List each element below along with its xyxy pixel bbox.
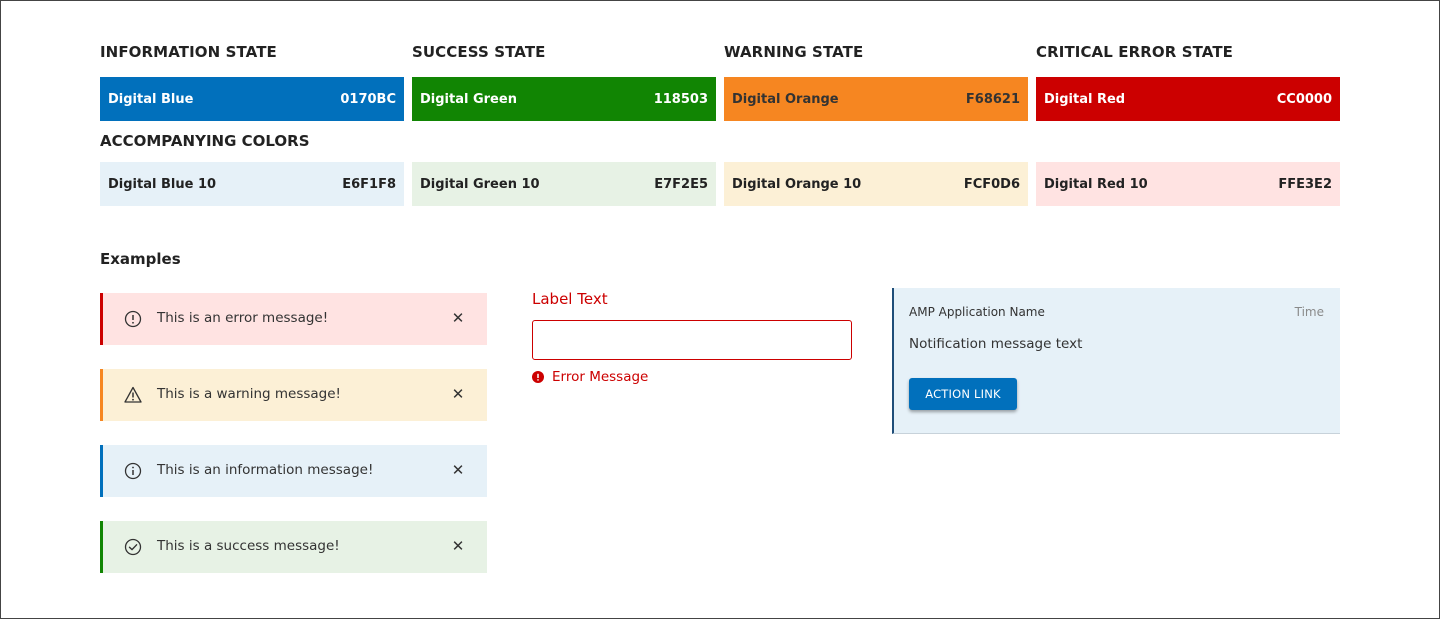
field-error-message: Error Message — [532, 369, 648, 385]
success-alert: This is a success message! ✕ — [100, 521, 487, 573]
check-circle-icon — [123, 537, 143, 557]
notification-message: Notification message text — [909, 336, 1083, 352]
close-icon[interactable]: ✕ — [450, 460, 466, 480]
error-filled-circle-icon — [532, 371, 544, 383]
action-link-button[interactable]: ACTION LINK — [909, 378, 1017, 410]
error-text: Error Message — [552, 369, 649, 385]
swatch-digital-green: Digital Green 118503 — [412, 77, 716, 121]
swatch-name: Digital Red — [1044, 91, 1126, 107]
alert-accent-bar — [100, 521, 103, 573]
swatch-hex: CC0000 — [1276, 91, 1332, 107]
swatch-hex: FCF0D6 — [963, 176, 1020, 192]
alert-text: This is an error message! — [157, 310, 329, 326]
swatch-hex: 0170BC — [340, 91, 396, 107]
alert-text: This is a warning message! — [157, 386, 341, 402]
text-input-error[interactable] — [532, 320, 852, 360]
alert-accent-bar — [100, 369, 103, 421]
swatch-hex: 118503 — [653, 91, 708, 107]
alert-accent-bar — [100, 293, 103, 345]
swatch-name: Digital Orange — [732, 91, 839, 107]
close-icon[interactable]: ✕ — [450, 384, 466, 404]
success-state-title: SUCCESS STATE — [412, 43, 546, 61]
swatch-digital-blue: Digital Blue 0170BC — [100, 77, 404, 121]
swatch-digital-green-10: Digital Green 10 E7F2E5 — [412, 162, 716, 206]
info-circle-icon — [123, 461, 143, 481]
close-icon[interactable]: ✕ — [450, 536, 466, 556]
exclamation-circle-icon — [123, 309, 143, 329]
notification-time: Time — [1294, 305, 1324, 319]
alert-accent-bar — [100, 445, 103, 497]
swatch-name: Digital Green 10 — [420, 176, 540, 192]
notification-card: AMP Application Name Time Notification m… — [892, 288, 1340, 434]
swatch-digital-orange-10: Digital Orange 10 FCF0D6 — [724, 162, 1028, 206]
swatch-name: Digital Blue 10 — [108, 176, 217, 192]
swatch-digital-orange: Digital Orange F68621 — [724, 77, 1028, 121]
information-alert: This is an information message! ✕ — [100, 445, 487, 497]
swatch-digital-red: Digital Red CC0000 — [1036, 77, 1340, 121]
error-alert: This is an error message! ✕ — [100, 293, 487, 345]
close-icon[interactable]: ✕ — [450, 308, 466, 328]
alert-text: This is an information message! — [157, 462, 374, 478]
swatch-name: Digital Green — [420, 91, 517, 107]
swatch-hex: E7F2E5 — [654, 176, 708, 192]
examples-title: Examples — [100, 250, 181, 268]
critical-error-state-title: CRITICAL ERROR STATE — [1036, 43, 1234, 61]
accompanying-colors-title: ACCOMPANYING COLORS — [100, 132, 310, 150]
swatch-name: Digital Orange 10 — [732, 176, 862, 192]
swatch-digital-blue-10: Digital Blue 10 E6F1F8 — [100, 162, 404, 206]
warning-state-title: WARNING STATE — [724, 43, 864, 61]
field-label: Label Text — [532, 290, 608, 308]
notification-app-name: AMP Application Name — [909, 305, 1045, 319]
swatch-hex: E6F1F8 — [342, 176, 396, 192]
swatch-name: Digital Blue — [108, 91, 194, 107]
alert-text: This is a success message! — [157, 538, 340, 554]
warning-alert: This is a warning message! ✕ — [100, 369, 487, 421]
swatch-name: Digital Red 10 — [1044, 176, 1148, 192]
warning-triangle-icon — [123, 385, 143, 405]
swatch-hex: F68621 — [965, 91, 1020, 107]
swatch-hex: FFE3E2 — [1278, 176, 1332, 192]
information-state-title: INFORMATION STATE — [100, 43, 277, 61]
swatch-digital-red-10: Digital Red 10 FFE3E2 — [1036, 162, 1340, 206]
